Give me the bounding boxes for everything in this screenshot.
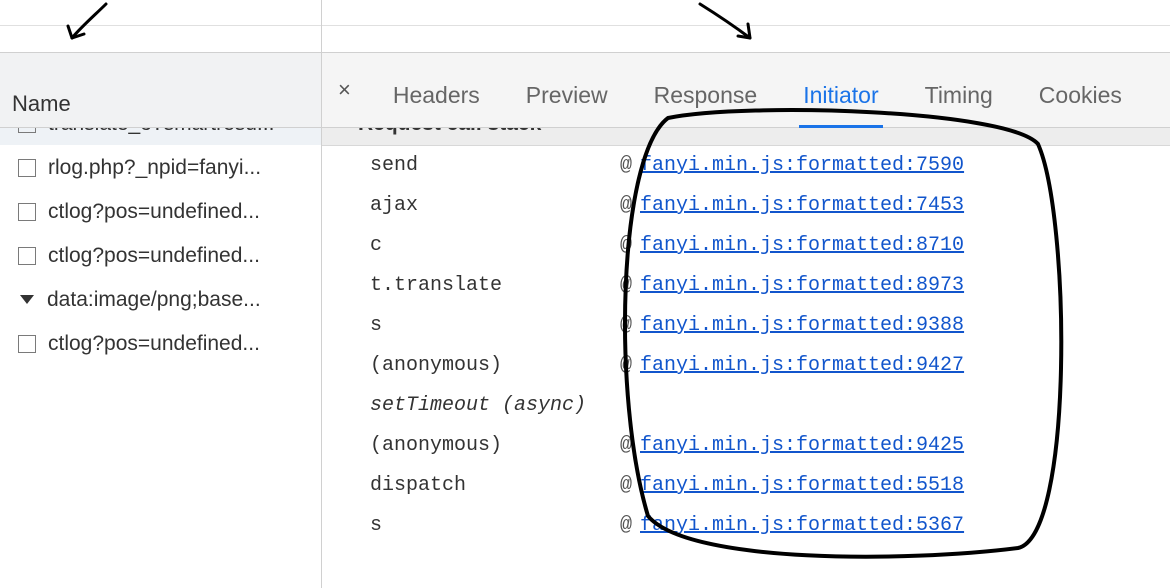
request-list-panel: Name translate_o?smartresu...rlog.php?_n… <box>0 0 322 588</box>
details-panel: × Headers Preview Response Initiator Timing C… <box>322 0 1170 588</box>
tab-initiator[interactable]: Initiator <box>801 76 880 127</box>
details-tabs: × Headers Preview Response Initiator Timing C… <box>322 52 1170 128</box>
stack-frame: ajax@fanyi.min.js:formatted:7453 <box>370 194 1150 234</box>
left-top-strip <box>0 0 321 26</box>
disclosure-triangle-icon <box>20 295 34 304</box>
stack-frame: c@fanyi.min.js:formatted:8710 <box>370 234 1150 274</box>
stack-function: setTimeout (async) <box>370 394 620 417</box>
stack-source-link[interactable]: fanyi.min.js:formatted:8973 <box>640 274 964 297</box>
stack-function: s <box>370 314 620 337</box>
stack-function: ajax <box>370 194 620 217</box>
at-symbol: @ <box>620 354 640 377</box>
checkbox-icon <box>18 335 36 353</box>
stack-function: (anonymous) <box>370 354 620 377</box>
at-symbol: @ <box>620 314 640 337</box>
right-top-strip <box>322 0 1170 26</box>
request-row[interactable]: rlog.php?_npid=fanyi... <box>0 146 321 190</box>
tab-headers[interactable]: Headers <box>391 76 482 127</box>
request-row[interactable]: ctlog?pos=undefined... <box>0 190 321 234</box>
at-symbol: @ <box>620 514 640 537</box>
stack-function: send <box>370 154 620 177</box>
request-name: ctlog?pos=undefined... <box>48 200 260 224</box>
stack-source-link[interactable]: fanyi.min.js:formatted:7590 <box>640 154 964 177</box>
stack-function: dispatch <box>370 474 620 497</box>
tab-response[interactable]: Response <box>652 76 760 127</box>
stack-frame: (anonymous)@fanyi.min.js:formatted:9425 <box>370 434 1150 474</box>
stack-source-link[interactable]: fanyi.min.js:formatted:5518 <box>640 474 964 497</box>
stack-function: s <box>370 514 620 537</box>
tab-timing[interactable]: Timing <box>923 76 995 127</box>
stack-frame: s@fanyi.min.js:formatted:9388 <box>370 314 1150 354</box>
stack-frame: (anonymous)@fanyi.min.js:formatted:9427 <box>370 354 1150 394</box>
checkbox-icon <box>18 203 36 221</box>
at-symbol: @ <box>620 274 640 297</box>
stack-frame: t.translate@fanyi.min.js:formatted:8973 <box>370 274 1150 314</box>
stack-function: t.translate <box>370 274 620 297</box>
devtools-network-panel: Name translate_o?smartresu...rlog.php?_n… <box>0 0 1170 588</box>
stack-function: c <box>370 234 620 257</box>
at-symbol: @ <box>620 434 640 457</box>
tab-cookies[interactable]: Cookies <box>1037 76 1124 127</box>
name-header-label: Name <box>12 91 71 117</box>
call-stack: send@fanyi.min.js:formatted:7590ajax@fan… <box>322 146 1170 574</box>
stack-frame: dispatch@fanyi.min.js:formatted:5518 <box>370 474 1150 514</box>
stack-source-link[interactable]: fanyi.min.js:formatted:7453 <box>640 194 964 217</box>
request-name: ctlog?pos=undefined... <box>48 332 260 356</box>
tab-preview[interactable]: Preview <box>524 76 610 127</box>
stack-source-link[interactable]: fanyi.min.js:formatted:9427 <box>640 354 964 377</box>
checkbox-icon <box>18 247 36 265</box>
at-symbol: @ <box>620 234 640 257</box>
request-list: translate_o?smartresu...rlog.php?_npid=f… <box>0 102 321 588</box>
stack-function: (anonymous) <box>370 434 620 457</box>
checkbox-icon <box>18 159 36 177</box>
request-row[interactable]: data:image/png;base... <box>0 278 321 322</box>
request-row[interactable]: ctlog?pos=undefined... <box>0 234 321 278</box>
at-symbol: @ <box>620 194 640 217</box>
at-symbol: @ <box>620 154 640 177</box>
name-column-header[interactable]: Name <box>0 52 321 128</box>
stack-source-link[interactable]: fanyi.min.js:formatted:9388 <box>640 314 964 337</box>
request-name: rlog.php?_npid=fanyi... <box>48 156 261 180</box>
stack-frame: setTimeout (async) <box>370 394 1150 434</box>
stack-source-link[interactable]: fanyi.min.js:formatted:8710 <box>640 234 964 257</box>
at-symbol: @ <box>620 474 640 497</box>
close-icon[interactable]: × <box>332 77 357 103</box>
stack-frame: s@fanyi.min.js:formatted:5367 <box>370 514 1150 554</box>
request-name: data:image/png;base... <box>47 288 261 312</box>
stack-source-link[interactable]: fanyi.min.js:formatted:9425 <box>640 434 964 457</box>
request-name: ctlog?pos=undefined... <box>48 244 260 268</box>
request-row[interactable]: ctlog?pos=undefined... <box>0 322 321 366</box>
stack-source-link[interactable]: fanyi.min.js:formatted:5367 <box>640 514 964 537</box>
stack-frame: send@fanyi.min.js:formatted:7590 <box>370 154 1150 194</box>
